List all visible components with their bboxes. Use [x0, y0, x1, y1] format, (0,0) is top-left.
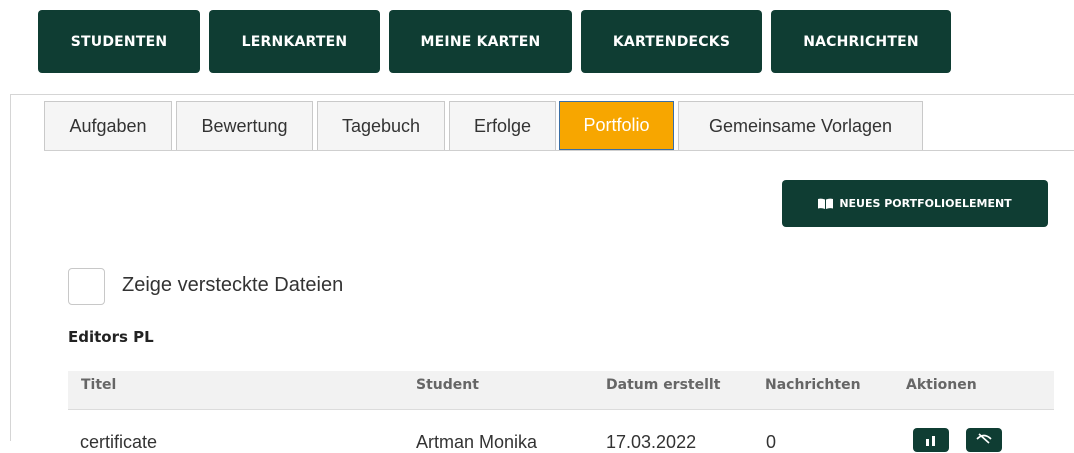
tab-erfolge[interactable]: Erfolge: [449, 101, 556, 150]
hide-action-button[interactable]: [966, 428, 1002, 452]
column-header-student[interactable]: Student: [416, 377, 479, 393]
section-title: Editors PL: [68, 328, 154, 346]
cell-titel[interactable]: certificate: [80, 432, 157, 453]
book-open-icon: [818, 198, 834, 209]
column-header-titel[interactable]: Titel: [81, 377, 116, 393]
show-hidden-files-label: Zeige versteckte Dateien: [122, 274, 344, 296]
nav-kartendecks-button[interactable]: KARTENDECKS: [581, 10, 762, 73]
table-header: Titel Student Datum erstellt Nachrichten…: [68, 371, 1054, 410]
column-header-nachrichten[interactable]: Nachrichten: [765, 377, 861, 393]
new-portfolio-element-button[interactable]: NEUES PORTFOLIOELEMENT: [782, 180, 1048, 227]
column-header-aktionen: Aktionen: [906, 377, 977, 393]
cell-nachrichten: 0: [766, 432, 777, 452]
tab-portfolio[interactable]: Portfolio: [559, 101, 674, 150]
nav-studenten-button[interactable]: STUDENTEN: [38, 10, 200, 73]
nav-meine-karten-button[interactable]: MEINE KARTEN: [389, 10, 572, 73]
cell-datum: 17.03.2022: [606, 432, 697, 452]
panel-border: [10, 94, 1074, 95]
stats-action-button[interactable]: [913, 428, 949, 452]
nav-nachrichten-button[interactable]: NACHRICHTEN: [771, 10, 951, 73]
column-header-datum[interactable]: Datum erstellt: [606, 377, 720, 393]
tab-tagebuch[interactable]: Tagebuch: [317, 101, 445, 150]
tab-bewertung[interactable]: Bewertung: [176, 101, 313, 150]
tab-gemeinsame-vorlagen[interactable]: Gemeinsame Vorlagen: [678, 101, 923, 150]
tab-bar-divider: [44, 150, 1074, 151]
show-hidden-files-checkbox[interactable]: [68, 268, 105, 305]
cell-student: Artman Monika: [416, 432, 538, 452]
hide-icon: [976, 433, 992, 444]
new-portfolio-element-label: NEUES PORTFOLIOELEMENT: [839, 197, 1012, 210]
nav-lernkarten-button[interactable]: LERNKARTEN: [209, 10, 380, 73]
tab-aufgaben[interactable]: Aufgaben: [44, 101, 172, 150]
stats-icon: [926, 436, 935, 446]
panel-border: [10, 94, 11, 441]
